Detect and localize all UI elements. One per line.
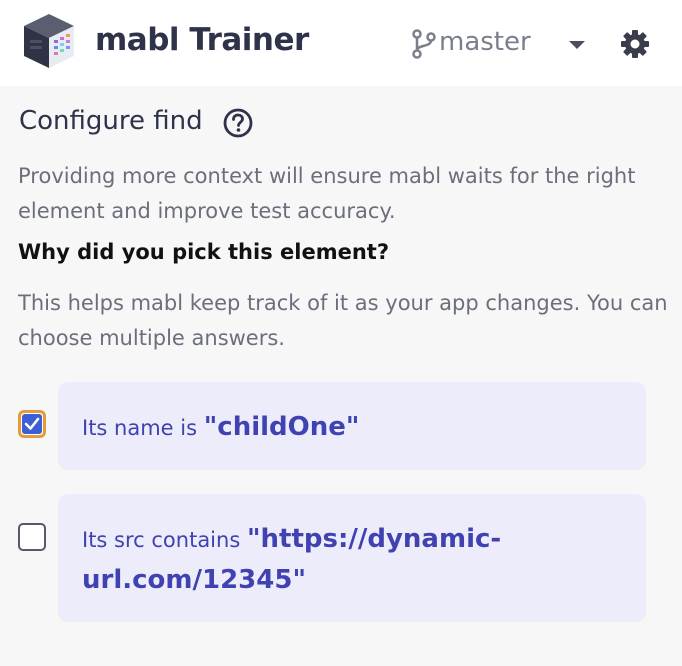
option-value-line1: "https://dynamic- xyxy=(246,524,502,554)
option-prefix: Its src contains xyxy=(82,528,241,552)
option-prefix: Its name is xyxy=(82,416,198,440)
section-description: Providing more context will ensure mabl … xyxy=(18,164,636,223)
option-value: "childOne" xyxy=(203,412,360,442)
option-value-line2: url.com/12345" xyxy=(82,565,306,595)
checkmark-icon xyxy=(22,414,42,434)
question-hint: This helps mabl keep track of it as your… xyxy=(18,291,668,350)
section-title: Configure find xyxy=(19,106,203,136)
option-card-name[interactable]: Its name is "childOne" xyxy=(58,382,646,470)
help-circle-icon[interactable] xyxy=(222,107,254,139)
option-name-checkbox[interactable] xyxy=(18,410,46,438)
option-card-src[interactable]: Its src contains "https://dynamic- url.c… xyxy=(58,494,646,622)
git-branch-icon[interactable] xyxy=(411,29,437,59)
option-text: Its name is "childOne" xyxy=(82,407,622,448)
question-heading: Why did you pick this element? xyxy=(18,240,389,264)
option-text: Its src contains "https://dynamic- url.c… xyxy=(82,519,622,601)
app-title: mabl Trainer xyxy=(95,22,309,58)
branch-selector[interactable]: master xyxy=(439,27,531,57)
gear-icon[interactable] xyxy=(619,28,651,60)
mabl-logo-icon xyxy=(24,14,74,68)
app-header: mabl Trainer master xyxy=(0,0,682,86)
option-src-checkbox[interactable] xyxy=(18,523,46,551)
caret-down-icon[interactable] xyxy=(567,39,587,51)
